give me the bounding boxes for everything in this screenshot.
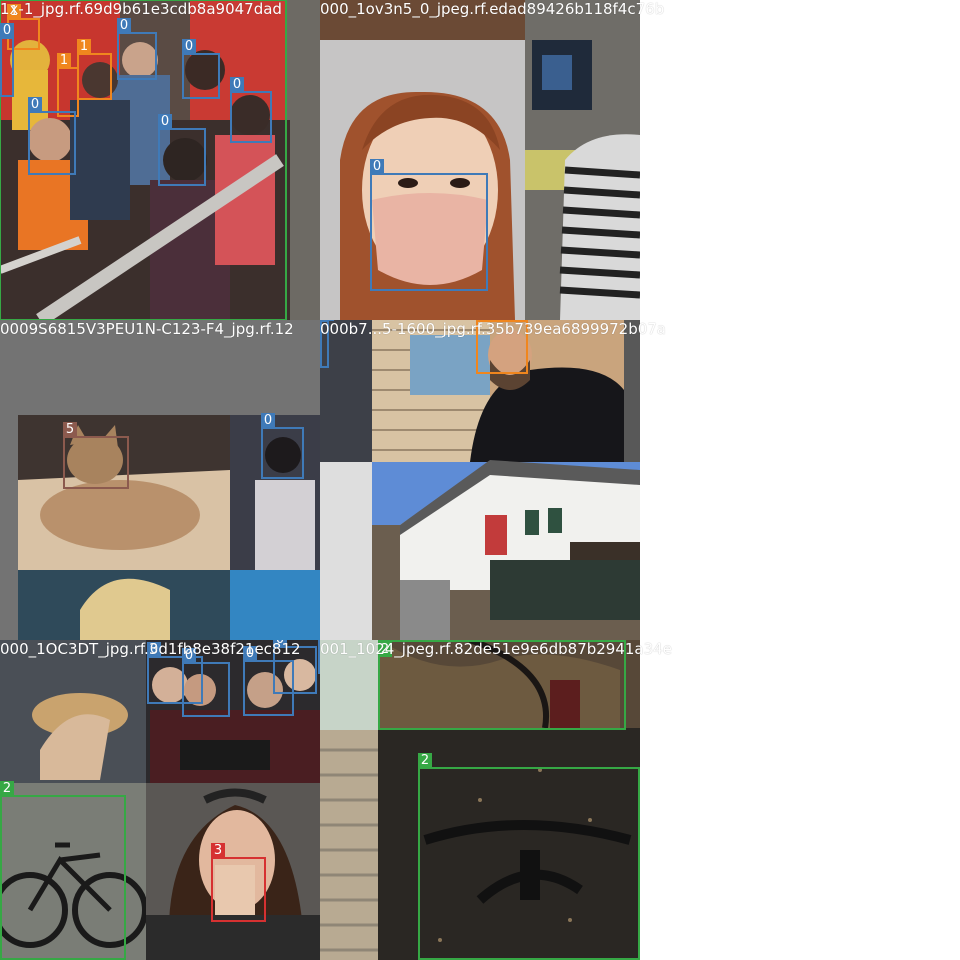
- class-label: 2: [378, 642, 392, 657]
- class-label: 0: [182, 648, 196, 663]
- class-label: 1: [77, 39, 91, 54]
- mosaic-tile-2: 0: [320, 0, 640, 320]
- mosaic-tile-6: 2 2: [320, 640, 640, 960]
- class-label: 0: [147, 642, 161, 657]
- class-label: 0: [117, 18, 131, 33]
- detection-box: 2: [0, 781, 126, 960]
- detection-box: 3: [211, 843, 266, 922]
- mosaic-tile-5: 0 0 0 0 0 2 3: [0, 640, 320, 960]
- class-label: 1: [7, 4, 21, 19]
- class-label: 0: [158, 114, 172, 129]
- detection-box: 0: [370, 159, 488, 291]
- detection-box: 5: [63, 422, 129, 489]
- detection-box: 2: [378, 640, 626, 730]
- detection-box: 0: [273, 640, 317, 694]
- detection-box: 0: [28, 97, 76, 175]
- class-label: 0: [318, 640, 320, 647]
- class-label: 0: [243, 646, 257, 661]
- detection-box: 0: [261, 413, 304, 479]
- class-label: 2: [0, 781, 14, 796]
- detection-box: 2: [418, 753, 640, 960]
- tile-3-photo: [0, 320, 320, 640]
- class-label: 1: [476, 320, 490, 321]
- mosaic-tile-1: 1 1 1 0 0 0 0 0 0 0: [0, 0, 320, 320]
- class-label: 0: [182, 39, 196, 54]
- class-label: 0: [230, 77, 244, 92]
- class-label: 0: [261, 413, 275, 428]
- detection-box: 0: [117, 18, 157, 80]
- detection-box: 0: [58, 95, 74, 117]
- class-label: 0: [0, 23, 14, 38]
- detection-box: 1: [476, 320, 528, 374]
- class-label: 0: [273, 640, 287, 647]
- detection-box: 0: [230, 77, 272, 143]
- class-label: 3: [211, 843, 225, 858]
- class-label: 1: [57, 53, 71, 68]
- class-label: 0: [370, 159, 384, 174]
- detection-box: 0: [158, 114, 206, 186]
- detection-box: 1: [77, 39, 112, 100]
- mosaic-tile-3: 5 0: [0, 320, 320, 640]
- mosaic-tile-4: 0 1: [320, 320, 640, 640]
- detection-box: 0: [182, 648, 230, 717]
- detection-box: 0: [182, 39, 220, 99]
- class-label: 2: [418, 753, 432, 768]
- detection-box: 0: [318, 640, 320, 674]
- class-label: 0: [320, 320, 334, 321]
- class-label: 5: [63, 422, 77, 437]
- detection-box: 0: [320, 320, 334, 368]
- detection-box: 0: [0, 23, 14, 97]
- detection-mosaic: 1 1 1 0 0 0 0 0 0 0 0: [0, 0, 960, 960]
- class-label: 0: [28, 97, 42, 112]
